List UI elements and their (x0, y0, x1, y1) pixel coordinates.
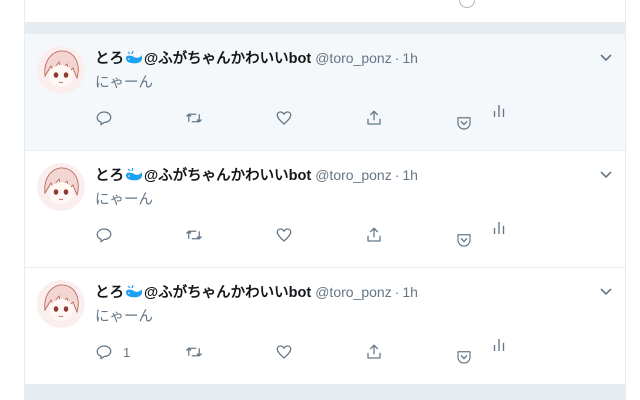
reply-count: 1 (123, 344, 131, 360)
reply-button[interactable] (95, 107, 123, 129)
analytics-button[interactable] (490, 217, 508, 239)
reply-icon (96, 345, 112, 360)
tweet[interactable]: とろ @ふがちゃんかわいいbot @toro_ponz · 1h にゃーん 1 (25, 268, 625, 385)
like-button[interactable] (275, 107, 293, 129)
reply-button[interactable] (95, 224, 123, 246)
display-name[interactable]: とろ (95, 168, 124, 184)
tweet-text: にゃーん (95, 75, 153, 91)
tweet-actions (95, 222, 515, 247)
pocket-button[interactable] (455, 346, 473, 368)
analytics-icon (493, 105, 505, 117)
tweet-actions (95, 105, 515, 130)
timeline-gap (25, 385, 625, 400)
timestamp[interactable]: 1h (402, 50, 418, 66)
share-button[interactable] (365, 224, 383, 246)
separator-dot: · (394, 167, 400, 183)
chevron-down-icon[interactable] (599, 50, 613, 64)
chevron-down-icon[interactable] (599, 167, 613, 181)
analytics-button[interactable] (490, 334, 508, 356)
whale-icon (125, 284, 143, 299)
pocket-icon (457, 351, 471, 364)
retweet-icon (186, 230, 202, 240)
tweet[interactable]: とろ @ふがちゃんかわいいbot @toro_ponz · 1h にゃーん (25, 151, 625, 268)
timestamp[interactable]: 1h (402, 167, 418, 183)
retweet-button[interactable] (185, 341, 203, 363)
user-handle[interactable]: @toro_ponz (315, 50, 391, 66)
timeline-column: とろ @ふがちゃんかわいいbot @toro_ponz · 1h にゃーん とろ… (24, 0, 626, 400)
chevron-down-icon[interactable] (599, 284, 613, 298)
pocket-icon (457, 117, 471, 130)
pocket-button[interactable] (455, 229, 473, 251)
retweet-icon (186, 113, 202, 123)
display-name[interactable]: とろ (95, 51, 124, 67)
separator-dot: · (394, 50, 400, 66)
avatar[interactable] (37, 280, 85, 328)
avatar[interactable] (37, 46, 85, 94)
tweet[interactable]: とろ @ふがちゃんかわいいbot @toro_ponz · 1h にゃーん (25, 34, 625, 151)
reply-button[interactable]: 1 (95, 341, 130, 363)
avatar[interactable] (37, 163, 85, 211)
retweet-icon (186, 347, 202, 357)
user-handle[interactable]: @toro_ponz (315, 284, 391, 300)
timeline-gap (25, 22, 625, 34)
pocket-icon (457, 234, 471, 247)
tweet-header: とろ @ふがちゃんかわいいbot @toro_ponz · 1h (95, 48, 418, 68)
tweet-header: とろ @ふがちゃんかわいいbot @toro_ponz · 1h (95, 282, 418, 302)
display-name-suffix[interactable]: @ふがちゃんかわいいbot (144, 285, 311, 301)
display-name-suffix[interactable]: @ふがちゃんかわいいbot (144, 168, 311, 184)
tweet-actions: 1 (95, 339, 515, 364)
retweet-button[interactable] (185, 224, 203, 246)
share-button[interactable] (365, 107, 383, 129)
like-button[interactable] (275, 224, 293, 246)
whale-icon (125, 50, 143, 65)
analytics-icon (493, 339, 505, 351)
share-icon (367, 227, 381, 242)
dropdown-icon[interactable] (459, 0, 475, 8)
user-handle[interactable]: @toro_ponz (315, 167, 391, 183)
like-button[interactable] (275, 341, 293, 363)
heart-icon (276, 111, 292, 125)
share-icon (367, 344, 381, 359)
reply-icon (96, 111, 112, 126)
whale-icon (125, 167, 143, 182)
pocket-button[interactable] (455, 112, 473, 134)
timestamp[interactable]: 1h (402, 284, 418, 300)
display-name[interactable]: とろ (95, 285, 124, 301)
analytics-icon (493, 222, 505, 234)
analytics-button[interactable] (490, 100, 508, 122)
heart-icon (276, 228, 292, 242)
tweet-text: にゃーん (95, 309, 153, 325)
previous-tweet-tail (25, 0, 625, 22)
tweet-header: とろ @ふがちゃんかわいいbot @toro_ponz · 1h (95, 165, 418, 185)
separator-dot: · (394, 284, 400, 300)
reply-icon (96, 228, 112, 243)
display-name-suffix[interactable]: @ふがちゃんかわいいbot (144, 51, 311, 67)
retweet-button[interactable] (185, 107, 203, 129)
heart-icon (276, 345, 292, 359)
tweet-text: にゃーん (95, 192, 153, 208)
share-button[interactable] (365, 341, 383, 363)
share-icon (367, 110, 381, 125)
